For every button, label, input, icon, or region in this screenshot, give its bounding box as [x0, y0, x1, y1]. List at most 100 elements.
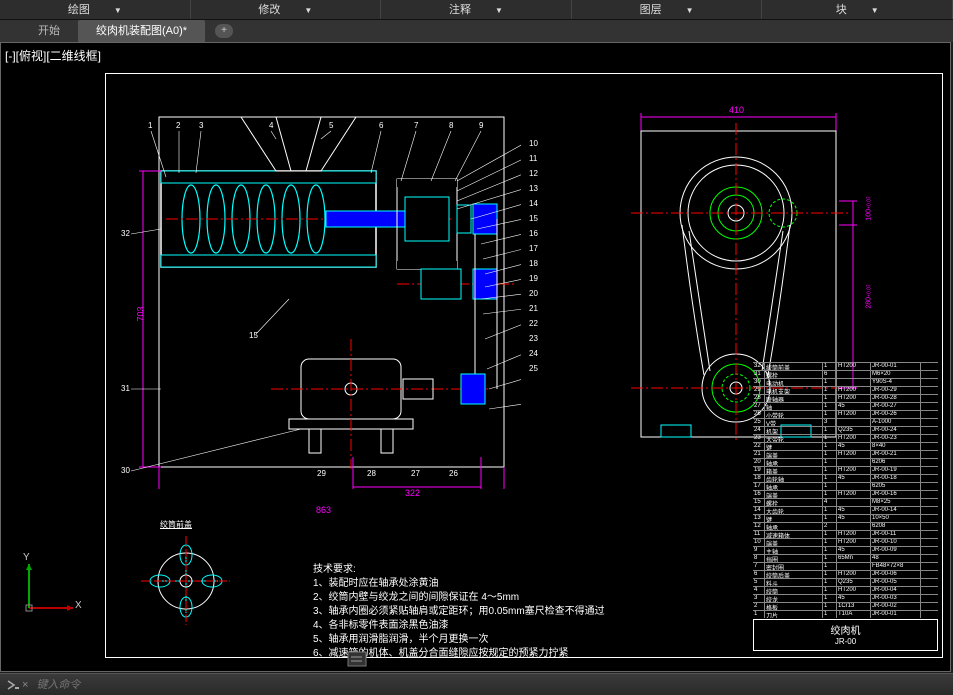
bom-row: 5料斗1Q235JR-00-05 [753, 578, 938, 586]
bom-row: 12轴承26208 [753, 522, 938, 530]
bom-row: 15螺栓4M8×25 [753, 498, 938, 506]
bom-row: 32绞筒前盖1HT200JR-00-01 [753, 362, 938, 370]
balloon-28: 28 [367, 469, 376, 478]
balloon-18: 18 [529, 259, 538, 268]
balloon-9: 9 [479, 121, 483, 130]
technical-notes: 技术要求: 1、装配时应在轴承处涂黄油 2、绞筒内壁与绞龙之间的间隙保证在 4～… [313, 563, 605, 661]
balloon-17: 17 [529, 244, 538, 253]
dim-100: 100+0.07 [866, 196, 873, 220]
view-label[interactable]: [-][俯视][二维线框] [5, 47, 101, 64]
balloon-3: 3 [199, 121, 203, 130]
menu-annotate[interactable]: 注释▼ [381, 0, 572, 19]
ucs-x-label: X [75, 600, 82, 611]
balloon-2: 2 [176, 121, 180, 130]
bom-row: 29电机支架1HT200JR-00-29 [753, 386, 938, 394]
bom-row: 22键1458×40 [753, 442, 938, 450]
title-block: 绞肉机 JR-00 [753, 619, 938, 651]
balloon-1: 1 [148, 121, 152, 130]
bom-row: 7密封圈1FB48×72×8 [753, 562, 938, 570]
balloon-14: 14 [529, 199, 538, 208]
balloon-29: 29 [317, 469, 326, 478]
menu-modify[interactable]: 修改▼ [191, 0, 382, 19]
bom-row: 18齿轮轴145JR-00-18 [753, 474, 938, 482]
dim-703: 703 [136, 306, 146, 321]
bom-row: 17轴承16205 [753, 482, 938, 490]
bom-row: 26小带轮1HT200JR-00-26 [753, 410, 938, 418]
bom-row: 4绞筒1HT200JR-00-04 [753, 586, 938, 594]
bom-row: 8挡圈165Mn48 [753, 554, 938, 562]
bom-row: 9主轴145JR-00-09 [753, 546, 938, 554]
balloon-10: 10 [529, 139, 538, 148]
note-5: 5、轴承用润滑脂润滑，半个月更换一次 [313, 633, 605, 647]
balloon-5: 5 [329, 121, 333, 130]
aux-view: 绞筒前盖 [136, 531, 236, 636]
dim-863: 863 [316, 505, 331, 515]
bom-row: 11减速箱体1HT200JR-00-11 [753, 530, 938, 538]
note-3: 3、轴承内圈必须紧贴轴肩或定距环；用0.05mm塞尺检查不得通过 [313, 605, 605, 619]
command-chevron-icon [6, 678, 20, 692]
balloon-15-inner: 15 [249, 331, 258, 340]
tab-start[interactable]: 开始 [20, 20, 78, 42]
bom-row: 21端盖1HT200JR-00-21 [753, 450, 938, 458]
balloon-13: 13 [529, 184, 538, 193]
balloon-30: 30 [121, 466, 130, 475]
drawing-number: JR-00 [754, 637, 937, 646]
bom-row: 20轴承16206 [753, 458, 938, 466]
notes-title: 技术要求: [313, 563, 605, 577]
tab-add-button[interactable]: + [215, 24, 233, 38]
balloon-23: 23 [529, 334, 538, 343]
drawing-canvas[interactable]: [-][俯视][二维线框] [0, 42, 951, 672]
bom-row: 25V带3A-1000 [753, 418, 938, 426]
bom-row: 16端盖1HT200JR-00-16 [753, 490, 938, 498]
balloon-22: 22 [529, 319, 538, 328]
balloon-26: 26 [449, 469, 458, 478]
balloon-20: 20 [529, 289, 538, 298]
aux-view-label: 绞筒前盖 [160, 519, 192, 530]
dim-280: 280+0.07 [866, 284, 873, 308]
tabbar: 开始 绞肉机装配图(A0)* + [0, 20, 953, 42]
bom-row: 1刀片1T10AJR-00-01 [753, 610, 938, 618]
note-4: 4、各非标零件表面涂黑色油漆 [313, 619, 605, 633]
command-input[interactable] [36, 679, 336, 691]
dim-322: 322 [405, 488, 420, 498]
note-1: 1、装配时应在轴承处涂黄油 [313, 577, 605, 591]
bom-row: 14大齿轮145JR-00-14 [753, 506, 938, 514]
balloon-11: 11 [529, 154, 537, 163]
bom-table: 32绞筒前盖1HT200JR-00-0131螺栓6M6×2030电动机1Y90S… [753, 362, 938, 651]
main-view-svg [121, 109, 521, 489]
menu-draw[interactable]: 绘图▼ [0, 0, 191, 19]
menu-layer[interactable]: 图层▼ [572, 0, 763, 19]
bom-row: 27轴145JR-00-27 [753, 402, 938, 410]
balloon-7: 7 [414, 121, 418, 130]
bom-row: 31螺栓6M6×20 [753, 370, 938, 378]
main-section-view: 1 2 3 4 5 6 7 8 9 32 31 30 15 29 28 27 2… [121, 109, 521, 489]
balloon-15: 15 [529, 214, 538, 223]
cmd-prompt-x: × [22, 679, 28, 691]
menubar: 绘图▼ 修改▼ 注释▼ 图层▼ 块▼ [0, 0, 953, 20]
bom-row: 3绞龙145JR-00-03 [753, 594, 938, 602]
menu-block[interactable]: 块▼ [762, 0, 953, 19]
bom-row: 13键14510×50 [753, 514, 938, 522]
balloon-4: 4 [269, 121, 273, 130]
tab-drawing[interactable]: 绞肉机装配图(A0)* [78, 20, 205, 42]
bom-row: 28联轴器1HT200JR-00-28 [753, 394, 938, 402]
command-line[interactable]: × [0, 673, 953, 695]
balloon-27: 27 [411, 469, 420, 478]
bom-row: 24机架1Q235JR-00-24 [753, 426, 938, 434]
dim-410: 410 [729, 105, 744, 115]
bom-row: 2格板11Cr13JR-00-02 [753, 602, 938, 610]
balloon-32: 32 [121, 229, 130, 238]
ucs-icon[interactable]: X Y [21, 556, 81, 621]
balloon-6: 6 [379, 121, 383, 130]
balloon-19: 19 [529, 274, 538, 283]
balloon-25: 25 [529, 364, 538, 373]
balloon-16: 16 [529, 229, 538, 238]
balloon-8: 8 [449, 121, 453, 130]
note-2: 2、绞筒内壁与绞龙之间的间隙保证在 4～5mm [313, 591, 605, 605]
balloon-21: 21 [529, 304, 538, 313]
command-panel-icon[interactable] [347, 651, 367, 667]
balloon-12: 12 [529, 169, 538, 178]
bom-row: 6绞筒后盖1HT200JR-00-06 [753, 570, 938, 578]
ucs-y-label: Y [23, 552, 30, 563]
bom-row: 19箱盖1HT200JR-00-19 [753, 466, 938, 474]
